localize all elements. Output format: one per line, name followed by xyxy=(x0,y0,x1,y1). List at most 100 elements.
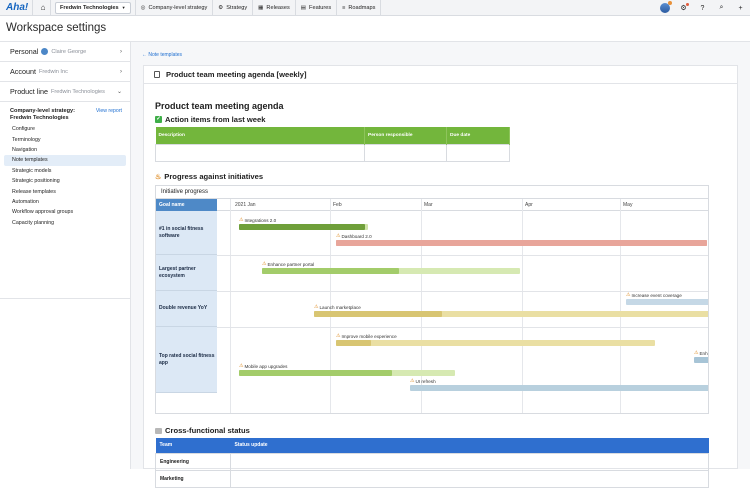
home-icon[interactable]: ⌂ xyxy=(36,3,50,12)
sidebar-item[interactable]: Strategic models xyxy=(4,166,126,176)
initiative-bar[interactable] xyxy=(336,240,707,246)
initiative-name: Enh xyxy=(699,350,708,356)
workspace-selector[interactable]: Fredwin Technologies ▼ xyxy=(55,1,131,14)
initiative-name: Launch marketplace xyxy=(319,304,361,310)
warning-icon: ⚠ xyxy=(626,292,631,298)
nav-releases[interactable]: ▦ Releases xyxy=(252,0,295,16)
sidebar-product-line[interactable]: Product line Fredwin Technologies ⌄ xyxy=(0,82,130,102)
table-cell[interactable] xyxy=(230,469,709,488)
chevron-right-icon: › xyxy=(120,48,122,55)
col-person: Person responsible xyxy=(364,127,447,144)
document-header: Product team meeting agenda [weekly] xyxy=(144,66,737,84)
top-navigation-bar: Aha! ⌂ Fredwin Technologies ▼ ◎ Company-l… xyxy=(0,0,750,16)
initiative-bar[interactable] xyxy=(626,299,708,305)
team-cell: Engineering xyxy=(155,452,231,471)
settings-sidebar: Personal Claire George › Account Fredwin… xyxy=(0,42,131,469)
back-link[interactable]: ← Note templates xyxy=(142,52,182,58)
sidebar-strategy-section: Company-level strategy: Fredwin Technolo… xyxy=(0,102,130,299)
gridline xyxy=(522,199,523,413)
initiative-bar[interactable] xyxy=(410,385,708,391)
sidebar-item[interactable]: Strategic positioning xyxy=(4,176,126,186)
help-icon[interactable]: ? xyxy=(693,5,712,12)
warning-icon: ⚠ xyxy=(239,217,244,223)
initiative-name: Mobile app upgrades xyxy=(244,363,288,369)
nav-strategy[interactable]: ⚙ Strategy xyxy=(212,0,252,16)
initiative-bar[interactable] xyxy=(239,224,368,230)
notifications-icon[interactable]: ⚙ xyxy=(674,3,693,12)
initiative-name: Improve mobile experience xyxy=(341,333,397,339)
sidebar-item[interactable]: Terminology xyxy=(4,134,126,144)
timeline-header: Goal name 2021 Jan Feb Mar Apr May xyxy=(156,199,708,211)
progress-fill xyxy=(314,311,442,317)
target-icon: ◎ xyxy=(140,4,146,11)
sidebar-item[interactable]: Configure xyxy=(4,124,126,134)
progress-heading: ♨ Progress against initiatives xyxy=(155,172,264,181)
calendar-icon: ▦ xyxy=(258,4,264,11)
sidebar-personal[interactable]: Personal Claire George › xyxy=(0,42,130,62)
list-icon: ▤ xyxy=(300,4,307,11)
goal-row-label[interactable]: #1 in social fitness software xyxy=(156,211,217,255)
document-icon xyxy=(154,70,160,79)
initiative-name: Dashboard 2.0 xyxy=(341,233,372,239)
nav-features[interactable]: ▤ Features xyxy=(294,0,336,16)
initiative-bar[interactable] xyxy=(314,311,708,317)
sidebar-item[interactable]: Note templates xyxy=(4,155,126,166)
initiative-label[interactable]: ⚠ Increase event coverage xyxy=(626,292,682,298)
table-cell[interactable] xyxy=(446,143,510,162)
initiative-bar[interactable] xyxy=(694,357,708,363)
goal-row-label[interactable]: Top rated social fitness app xyxy=(156,327,217,393)
user-avatar[interactable] xyxy=(655,1,674,13)
initiative-label[interactable]: ⚠ Enh xyxy=(694,350,708,356)
aha-logo[interactable]: Aha! xyxy=(6,2,32,13)
sidebar-item[interactable]: Capacity planning xyxy=(4,218,126,228)
initiative-name: Increase event coverage xyxy=(631,292,682,298)
initiative-label[interactable]: ⚠ Improve mobile experience xyxy=(336,333,397,339)
table-cell[interactable] xyxy=(364,143,447,162)
caret-down-icon: ▼ xyxy=(121,5,126,10)
initiative-progress-panel: Initiative progress Goal name 2021 Jan F… xyxy=(155,185,709,414)
rocket-icon: ♨ xyxy=(155,173,162,181)
initiative-bar[interactable] xyxy=(262,268,520,274)
initiative-label[interactable]: ⚠ Integrations 2.0 xyxy=(239,217,276,223)
initiative-label[interactable]: ⚠ Mobile app upgrades xyxy=(239,363,287,369)
initiative-bar[interactable] xyxy=(336,340,655,346)
sidebar-item[interactable]: Automation xyxy=(4,197,126,207)
sidebar-account[interactable]: Account Fredwin Inc › xyxy=(0,62,130,82)
search-icon[interactable]: ⌕ xyxy=(712,4,731,12)
progress-fill xyxy=(262,268,399,274)
agenda-heading: Product team meeting agenda xyxy=(155,101,284,111)
progress-fill xyxy=(336,240,707,246)
col-team: Team xyxy=(155,438,231,453)
sidebar-item[interactable]: Release templates xyxy=(4,186,126,196)
progress-fill xyxy=(239,370,393,376)
action-items-heading: ✓ Action items from last week xyxy=(155,115,266,124)
view-report-link[interactable]: View report xyxy=(96,108,122,114)
sidebar-item[interactable]: Workflow approval groups xyxy=(4,207,126,217)
nav-company-strategy[interactable]: ◎ Company-level strategy xyxy=(134,0,213,16)
initiative-bar[interactable] xyxy=(239,370,455,376)
cross-functional-table: Team Status update Engineering Marketing xyxy=(155,438,709,488)
progress-fill xyxy=(336,340,372,346)
goal-name-header: Goal name xyxy=(156,199,217,211)
table-cell[interactable] xyxy=(155,143,365,162)
goal-row-label[interactable]: Double revenue YoY xyxy=(156,291,217,327)
table-cell[interactable] xyxy=(230,452,709,471)
goal-row-label[interactable]: Largest partner ecosystem xyxy=(156,255,217,291)
initiative-name: UI refresh xyxy=(415,378,436,384)
sidebar-item[interactable]: Navigation xyxy=(4,145,126,155)
initiative-name: Integrations 2.0 xyxy=(244,217,277,223)
initiative-label[interactable]: ⚠ Enhance partner portal xyxy=(262,261,314,267)
warning-icon: ⚠ xyxy=(694,350,699,356)
initiative-label[interactable]: ⚠ Dashboard 2.0 xyxy=(336,233,372,239)
panel-title: Initiative progress xyxy=(156,186,708,199)
nav-roadmaps[interactable]: ≡ Roadmaps xyxy=(336,0,382,16)
col-description: Description xyxy=(155,127,365,144)
initiative-label[interactable]: ⚠ Launch marketplace xyxy=(314,304,361,310)
add-icon[interactable]: + xyxy=(731,5,750,12)
initiative-label[interactable]: ⚠ UI refresh xyxy=(410,378,436,384)
gear-icon: ⚙ xyxy=(218,4,224,11)
document-title: Product team meeting agenda [weekly] xyxy=(166,70,307,79)
warning-icon: ⚠ xyxy=(262,261,267,267)
divider xyxy=(32,0,33,16)
note-template-card: Product team meeting agenda [weekly] Pro… xyxy=(143,65,738,488)
